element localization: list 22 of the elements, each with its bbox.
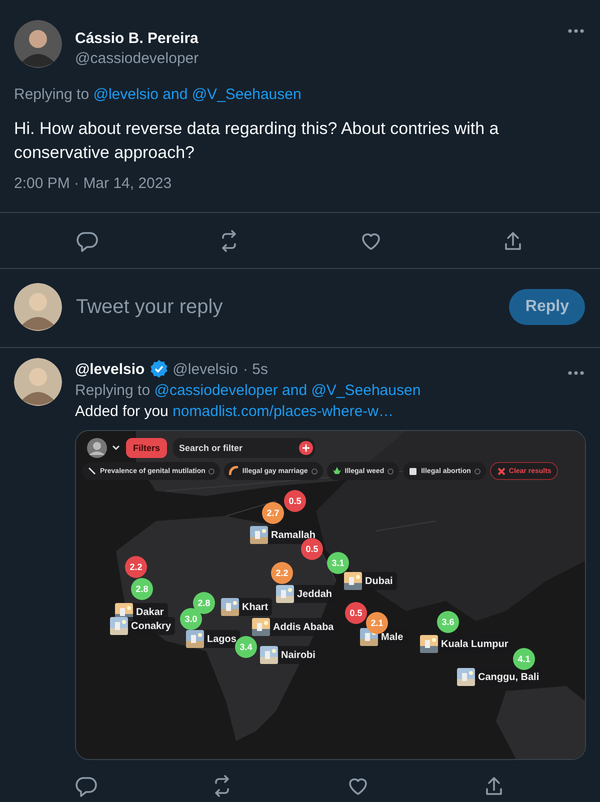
avatar[interactable] bbox=[14, 20, 62, 68]
more-icon[interactable] bbox=[567, 370, 585, 376]
timestamp: 2:00 PM · Mar 14, 2023 bbox=[14, 175, 173, 194]
share-icon[interactable] bbox=[502, 230, 524, 252]
mention-link[interactable]: @levelsio and @V_Seehausen bbox=[93, 86, 302, 103]
avatar[interactable] bbox=[14, 358, 62, 406]
url-link[interactable]: nomadlist.com/places-where-w… bbox=[172, 403, 394, 420]
more-icon[interactable] bbox=[567, 28, 585, 34]
author-handle: @cassiodeveloper bbox=[75, 50, 200, 67]
reply-icon[interactable] bbox=[75, 775, 97, 797]
replying-label: Replying to bbox=[14, 86, 90, 103]
avatar[interactable] bbox=[14, 283, 62, 331]
author-name: Cássio B. Pereira bbox=[75, 30, 200, 47]
tweet-text: Added for you bbox=[75, 403, 170, 420]
post-time: · 5s bbox=[242, 360, 268, 378]
share-icon[interactable] bbox=[483, 775, 505, 797]
replying-label: Replying to bbox=[75, 382, 152, 399]
tweet-text: Hi. How about reverse data regarding this? About contries with a conservative approach? bbox=[14, 118, 500, 164]
author-handle: @levelsio bbox=[172, 360, 238, 378]
mention-link[interactable]: @cassiodeveloper and @V_Seehausen bbox=[154, 382, 421, 399]
author-name: @levelsio bbox=[75, 360, 145, 378]
reply-icon[interactable] bbox=[76, 230, 98, 252]
